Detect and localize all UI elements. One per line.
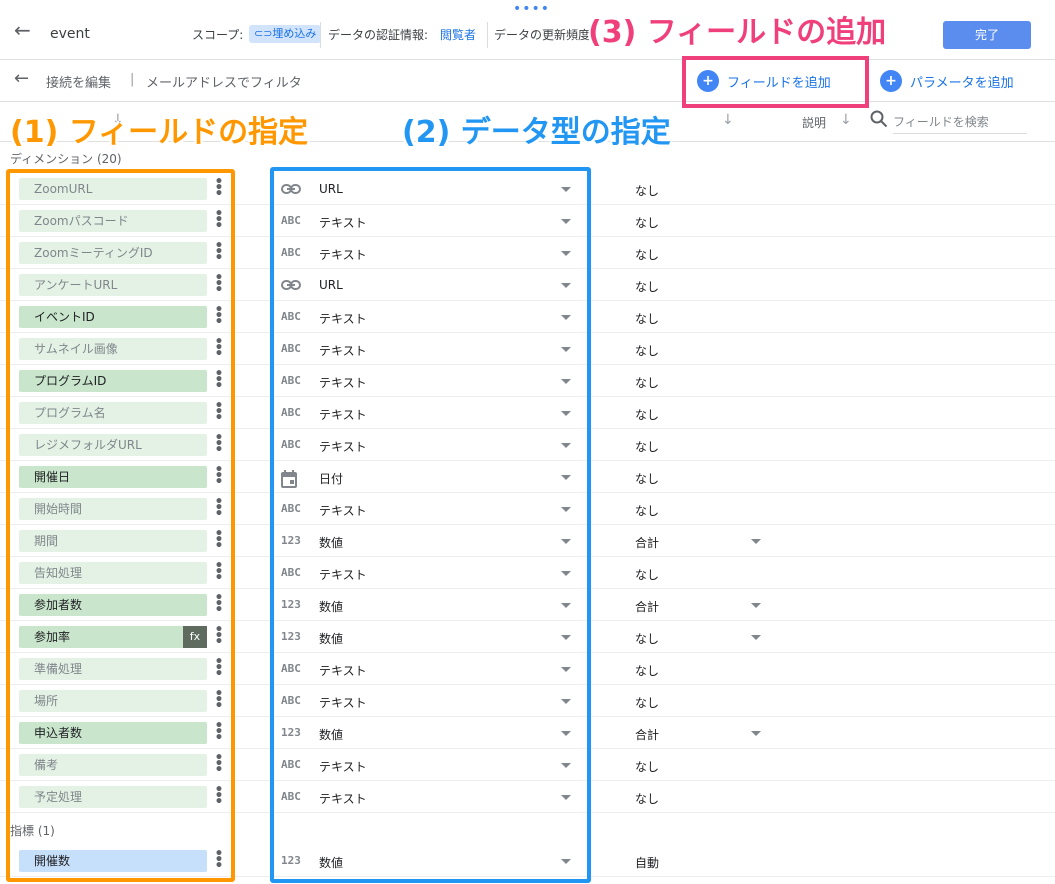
aggregation-value[interactable]: なし xyxy=(635,278,659,295)
aggregation-value[interactable]: なし xyxy=(635,662,659,679)
sub-toolbar: ← 接続を編集 | メールアドレスでフィルタ + フィールドを追加 + パラメー… xyxy=(0,60,1055,102)
edit-connection-link[interactable]: 接続を編集 xyxy=(46,72,111,91)
aggregation-dropdown-icon[interactable] xyxy=(751,635,761,640)
aggregation-value[interactable]: なし xyxy=(635,182,659,199)
aggregation-value[interactable]: 自動 xyxy=(635,854,659,871)
credentials-link[interactable]: 閲覧者 xyxy=(440,26,476,43)
aggregation-dropdown-icon[interactable] xyxy=(751,539,761,544)
breadcrumb-separator: | xyxy=(130,72,135,87)
aggregation-value[interactable]: なし xyxy=(635,470,659,487)
field-spec-highlight-box xyxy=(6,169,235,882)
dimensions-section-label: ディメンション (20) xyxy=(10,152,122,166)
drag-handle-icon[interactable]: •••• xyxy=(513,2,550,16)
divider xyxy=(487,22,488,48)
aggregation-value[interactable]: なし xyxy=(635,214,659,231)
aggregation-value[interactable]: なし xyxy=(635,502,659,519)
add-parameter-button[interactable]: + パラメータを追加 xyxy=(880,69,1014,93)
filter-by-email-link[interactable]: メールアドレスでフィルタ xyxy=(146,72,302,91)
back-arrow-icon[interactable]: ← xyxy=(14,70,29,88)
aggregation-value[interactable]: なし xyxy=(635,374,659,391)
type-spec-annotation: (2) データ型の指定 xyxy=(402,115,671,150)
aggregation-value[interactable]: なし xyxy=(635,790,659,807)
aggregation-value[interactable]: なし xyxy=(635,246,659,263)
aggregation-value[interactable]: 合計 xyxy=(635,598,659,615)
done-button[interactable]: 完了 xyxy=(943,21,1031,49)
aggregation-value[interactable]: なし xyxy=(635,630,659,647)
data-source-title[interactable]: event xyxy=(50,26,90,42)
scope-label: スコープ: xyxy=(192,28,244,42)
plus-icon: + xyxy=(880,70,902,92)
aggregation-value[interactable]: なし xyxy=(635,694,659,711)
aggregation-value[interactable]: 合計 xyxy=(635,726,659,743)
aggregation-value[interactable]: なし xyxy=(635,566,659,583)
scope-chip[interactable]: ⊂⊃埋め込み xyxy=(249,25,322,43)
aggregation-value[interactable]: なし xyxy=(635,310,659,327)
sort-arrow-icon[interactable]: ↓ xyxy=(840,112,852,128)
aggregation-dropdown-icon[interactable] xyxy=(751,731,761,736)
type-spec-highlight-box xyxy=(270,167,591,883)
add-field-highlight-box xyxy=(682,56,869,108)
freshness-label[interactable]: データの更新頻度 xyxy=(494,26,589,43)
aggregation-value[interactable]: なし xyxy=(635,438,659,455)
aggregation-value[interactable]: なし xyxy=(635,342,659,359)
top-bar: ← event •••• スコープ: ⊂⊃埋め込み データの認証情報: 閲覧者 … xyxy=(0,0,1055,60)
add-parameter-label: パラメータを追加 xyxy=(910,75,1014,91)
add-field-annotation: (3) フィールドの追加 xyxy=(588,15,887,50)
field-search-input[interactable] xyxy=(893,110,1027,134)
search-icon[interactable] xyxy=(870,110,888,128)
aggregation-value[interactable]: なし xyxy=(635,406,659,423)
sort-arrow-icon[interactable]: ↓ xyxy=(722,112,734,128)
back-arrow-icon[interactable]: ← xyxy=(14,20,31,40)
credentials-label: データの認証情報: xyxy=(328,28,429,42)
field-spec-annotation: (1) フィールドの指定 xyxy=(10,115,309,150)
aggregation-value[interactable]: なし xyxy=(635,758,659,775)
aggregation-value[interactable]: 合計 xyxy=(635,534,659,551)
divider xyxy=(320,22,321,48)
aggregation-dropdown-icon[interactable] xyxy=(751,603,761,608)
description-header[interactable]: 説明 xyxy=(802,114,826,131)
